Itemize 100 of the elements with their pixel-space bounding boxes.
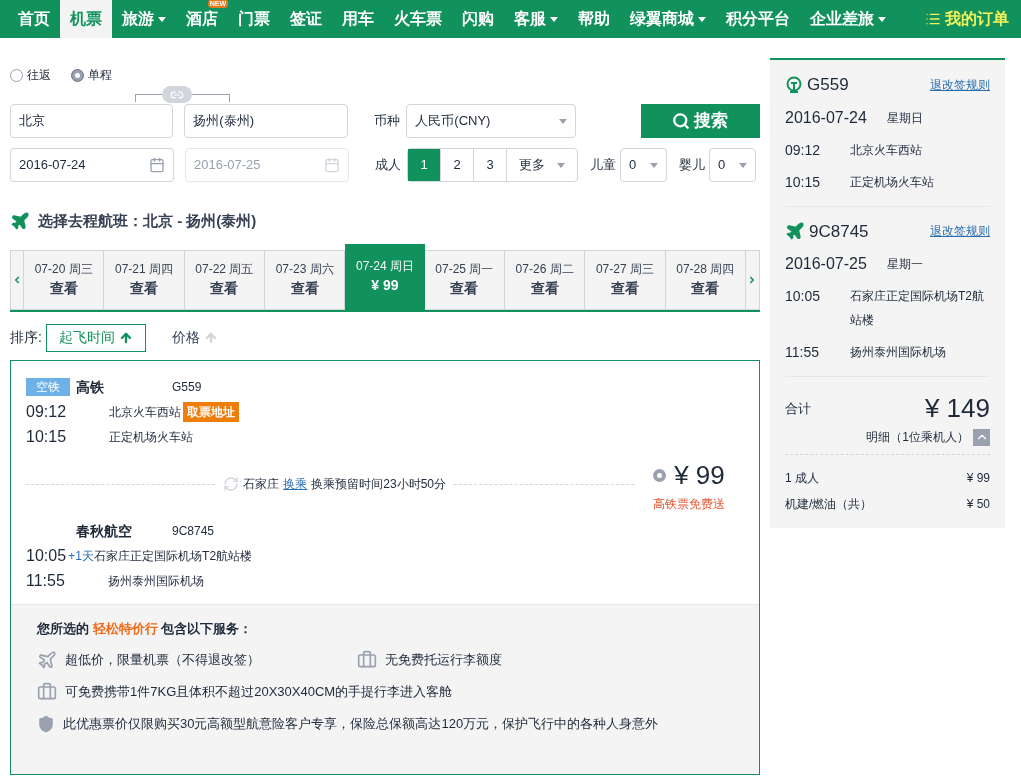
date-tab[interactable]: 07-22 周五 查看 — [184, 249, 265, 310]
stop-place: 石家庄正定国际机场T2航站楼 — [94, 548, 253, 565]
nav-item[interactable]: 首页 — [8, 0, 60, 38]
plane-icon — [10, 211, 30, 232]
stop-place: 正定机场火车站 — [850, 173, 934, 191]
list-icon — [925, 11, 941, 27]
plane-icon — [37, 650, 57, 670]
total-price: ¥ 149 — [924, 392, 990, 425]
nav-item[interactable]: 客服 — [504, 0, 568, 38]
search-button[interactable]: 搜索 — [640, 104, 760, 138]
next-day-note: +1天 — [68, 548, 95, 565]
caret-icon — [739, 162, 747, 168]
fee-label: 机建/燃油（共） — [785, 496, 873, 513]
nav-item[interactable]: 旅游 — [112, 0, 176, 38]
date-tab[interactable]: 07-25 周一 查看 — [424, 249, 505, 310]
sort-option[interactable]: 起飞时间 — [45, 323, 146, 352]
stop-time: 10:15 — [785, 172, 822, 192]
sort-option[interactable]: 价格 — [159, 323, 230, 352]
segment-number: 9C8745 — [809, 220, 869, 243]
date-tab[interactable]: 07-21 周四 查看 — [104, 249, 185, 310]
segment-weekday: 星期一 — [886, 256, 923, 273]
stop-place: 正定机场火车站 — [109, 429, 194, 446]
departure-date-field[interactable]: 2016-07-24 — [10, 148, 174, 182]
stop-place: 北京火车西站 — [109, 404, 182, 421]
stop-time: 11:55 — [26, 571, 65, 591]
segment-date: 2016-07-24 — [785, 107, 867, 128]
date-tab[interactable]: 07-26 周二 查看 — [504, 249, 586, 310]
transfer-note: 换乘预留时间23小时50分 — [311, 476, 446, 493]
carrier-name: 春秋航空 — [76, 521, 133, 541]
total-label: 合计 — [785, 399, 811, 418]
services-intro: 您所选的 轻松特价行 包含以下服务： — [37, 619, 254, 638]
shield-icon — [37, 714, 55, 733]
chevron-left-icon — [12, 274, 22, 285]
trip-type-radio[interactable]: 往返 — [10, 66, 51, 84]
fee-value: ¥ 99 — [966, 470, 990, 487]
date-tab[interactable]: 07-27 周三 查看 — [585, 249, 666, 310]
service-text: 超低价，限量机票（不得退改签） — [65, 651, 260, 670]
departure-field[interactable]: 北京 — [10, 104, 174, 138]
infants-select[interactable]: 0 — [709, 148, 756, 182]
date-tab[interactable]: 07-24 周日 ¥ 99 — [345, 243, 425, 310]
stop-time: 10:05 — [785, 287, 822, 306]
transport-number: G559 — [172, 379, 202, 396]
calendar-icon — [324, 157, 340, 173]
luggage-icon — [357, 650, 377, 670]
date-tab[interactable]: 07-20 周三 查看 — [24, 249, 105, 310]
trip-type-radio[interactable]: 单程 — [71, 66, 112, 84]
currency-label: 币种 — [374, 112, 401, 131]
ticket-pickup-badge[interactable]: 取票地址 — [183, 402, 240, 422]
nav-item[interactable]: 绿翼商城 — [620, 0, 716, 38]
carrier-name: 高铁 — [76, 377, 105, 397]
rules-link[interactable]: 退改签规则 — [930, 222, 990, 241]
orders-link[interactable]: 我的订单 — [925, 0, 1013, 38]
stop-time: 11:55 — [785, 343, 820, 362]
segment-number: G559 — [807, 74, 849, 96]
refresh-icon — [223, 476, 240, 492]
collapse-button[interactable] — [973, 428, 990, 446]
caret-icon — [558, 118, 567, 124]
train-logo-icon — [785, 75, 803, 94]
nav-item[interactable]: 机票 — [60, 0, 112, 38]
air-rail-tag: 空铁 — [26, 378, 70, 397]
fee-value: ¥ 50 — [966, 496, 990, 513]
stop-time: 10:05 — [26, 546, 67, 566]
children-select[interactable]: 0 — [620, 148, 667, 182]
search-icon — [672, 112, 691, 130]
segment-date: 2016-07-25 — [785, 254, 867, 274]
section-heading: 选择去程航班：北京 - 扬州(泰州) — [38, 211, 257, 231]
date-tab[interactable]: 07-28 周四 查看 — [665, 249, 746, 310]
stop-place: 扬州泰州国际机场 — [107, 573, 204, 590]
nav-item[interactable]: 积分平台 — [716, 0, 800, 38]
nav-item[interactable]: 用车 — [332, 0, 384, 38]
plane-icon — [785, 221, 805, 242]
stop-place: 石家庄正定国际机场T2航站楼 — [850, 288, 985, 329]
children-label: 儿童 — [590, 156, 616, 175]
previous-button[interactable] — [10, 249, 24, 310]
radio-icon[interactable] — [653, 468, 667, 482]
stop-place: 北京火车西站 — [850, 141, 922, 159]
nav-item[interactable]: 签证 — [280, 0, 332, 38]
nav-item[interactable]: 企业差旅 — [800, 0, 896, 38]
rules-link[interactable]: 退改签规则 — [930, 75, 990, 94]
stop-time: 09:12 — [26, 402, 67, 422]
service-text: 此优惠票价仅限购买30元高额型航意险客户专享，保险总保额高达120万元，保护飞行中的各种人身意外 — [63, 715, 659, 733]
date-tab[interactable]: 07-23 周六 查看 — [265, 249, 346, 310]
nav-item[interactable]: 门票 — [228, 0, 280, 38]
price-note: 高铁票免费送 — [653, 495, 725, 513]
service-text: 可免费携带1件7KG且体积不超过20X30X40CM的手提行李进入客舱 — [65, 683, 453, 702]
stop-place: 扬州泰州国际机场 — [850, 344, 946, 361]
transfer-city: 石家庄 — [243, 476, 280, 493]
service-text: 无免费托运行李额度 — [385, 651, 502, 670]
transfer-link[interactable]: 换乘 — [283, 475, 308, 493]
stop-time: 10:15 — [26, 427, 67, 447]
detail-label: 明细（1位乘机人） — [866, 429, 969, 446]
nav-item[interactable]: 闪购 — [452, 0, 504, 38]
price: ¥ 99 — [674, 458, 725, 492]
transport-number: 9C8745 — [172, 523, 215, 540]
nav-item[interactable]: 火车票 — [384, 0, 452, 38]
currency-select[interactable]: 人民币(CNY) — [406, 104, 576, 138]
infants-label: 婴儿 — [679, 156, 705, 175]
nav-item[interactable]: 帮助 — [568, 0, 620, 38]
arrival-field[interactable]: 扬州(泰州) — [184, 104, 349, 138]
adults-label: 成人 — [375, 156, 401, 175]
